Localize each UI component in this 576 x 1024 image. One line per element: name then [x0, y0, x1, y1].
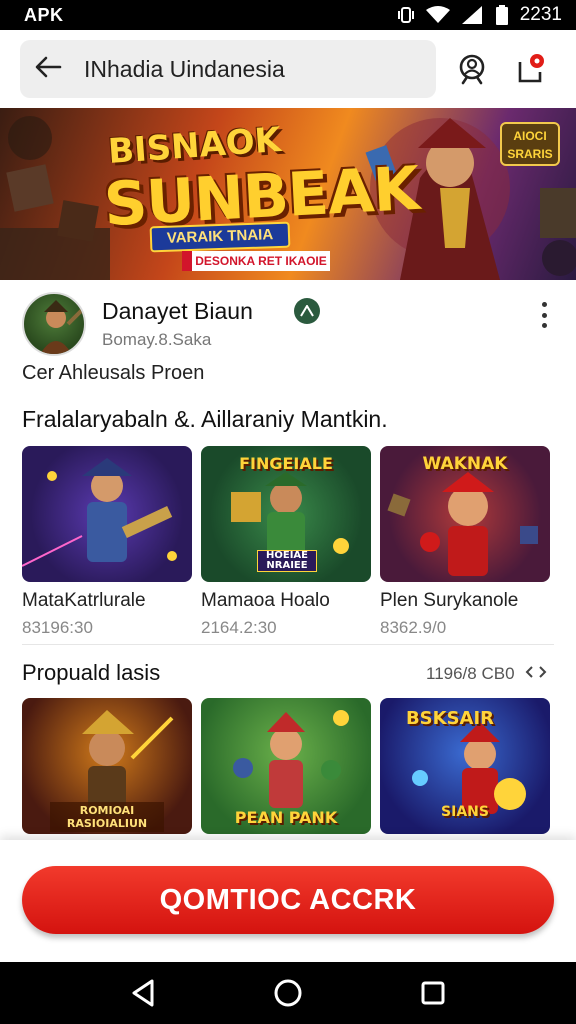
featured-tile-3-meta: 8362.9/0 [380, 618, 447, 637]
status-bar: APK 2231 [0, 0, 576, 30]
developer-subtitle: Bomay.8.Saka [102, 330, 212, 349]
banner-badge: AIOCI SRARIS [500, 122, 560, 166]
banner-ribbon: VARAIK TNAIA [149, 221, 291, 253]
search-bar[interactable]: INhadia Uindanesia [20, 40, 436, 98]
developer-name[interactable]: Danayet Biaun [102, 298, 253, 325]
popular-tile-2[interactable]: PEAN PANK [201, 698, 371, 834]
featured-tile-2-meta: 2164.2:30 [201, 618, 277, 637]
wifi-icon [425, 6, 450, 24]
featured-tile-3-name[interactable]: Plen Surykanole [380, 590, 518, 612]
signal-icon [461, 6, 484, 24]
popular-tile-2-art-label: PEAN PANK [234, 808, 338, 827]
clock-time: 2231 [519, 4, 562, 25]
popular-tile-3-art-label: BSKSAIR [405, 708, 495, 729]
featured-tile-1-meta: 83196:30 [22, 618, 93, 637]
notification-icon[interactable] [508, 47, 552, 91]
popular-see-more[interactable]: 1196/8 CB0 [426, 664, 547, 684]
vibrate-icon [397, 6, 414, 24]
featured-tile-1-name[interactable]: MataKatrlurale [22, 590, 146, 612]
featured-tile-2-art-sublabel: HOEIAE NRAIEE [257, 550, 317, 572]
featured-tile-3-art-label: WAKNAK [422, 454, 508, 474]
banner-red-label: DESONKA RET IKAOIE [182, 251, 330, 271]
nav-home-icon[interactable] [268, 973, 308, 1013]
main-action-button[interactable]: QOMTIOC ACCRK [22, 866, 554, 934]
battery-icon [495, 5, 508, 25]
system-nav-bar [0, 962, 576, 1024]
popular-tile-1-art-label: ROMIOAI RASIOIALIUN [50, 802, 164, 832]
popular-tile-1[interactable]: ROMIOAI RASIOIALIUN [22, 698, 192, 834]
more-options-icon[interactable] [534, 300, 554, 330]
promo-banner[interactable]: BISNAOK SUNBEAK VARAIK TNAIA DESONKA RET… [0, 108, 576, 280]
featured-tile-3[interactable]: WAKNAK [380, 446, 550, 582]
featured-tile-2-name[interactable]: Mamaoa Hoalo [201, 590, 330, 612]
featured-section-title: Fralalaryabaln &. Aillaraniy Mantkin. [22, 406, 388, 432]
nav-back-icon[interactable] [123, 973, 163, 1013]
cta-area: QOMTIOC ACCRK [0, 840, 576, 962]
popular-tile-3-art-sublabel: SIANS [441, 804, 489, 820]
developer-avatar[interactable] [22, 292, 86, 356]
account-search-icon[interactable] [450, 47, 494, 91]
chevron-right-icon [525, 664, 547, 684]
category-label: Cer Ahleusals Proen [22, 362, 205, 384]
app-header: INhadia Uindanesia [0, 30, 576, 108]
featured-tile-2[interactable]: FINGEIALE HOEIAE NRAIEE [201, 446, 371, 582]
popular-right-text: 1196/8 CB0 [426, 664, 515, 683]
popular-tile-3[interactable]: BSKSAIR SIANS [380, 698, 550, 834]
popular-section-title: Propuald lasis [22, 660, 161, 685]
featured-tile-2-art-label: FINGEIALE [239, 454, 333, 473]
search-query[interactable]: INhadia Uindanesia [84, 56, 285, 83]
app-detail-card: Danayet Biaun Bomay.8.Saka Cer Ahleusals… [0, 280, 576, 840]
verified-badge-icon [294, 298, 320, 324]
status-icons: 2231 [397, 4, 562, 26]
status-left-text: APK [24, 4, 64, 25]
nav-recents-icon[interactable] [413, 973, 453, 1013]
back-arrow-icon[interactable] [34, 55, 62, 84]
section-divider [22, 644, 554, 645]
featured-tile-1[interactable] [22, 446, 192, 582]
